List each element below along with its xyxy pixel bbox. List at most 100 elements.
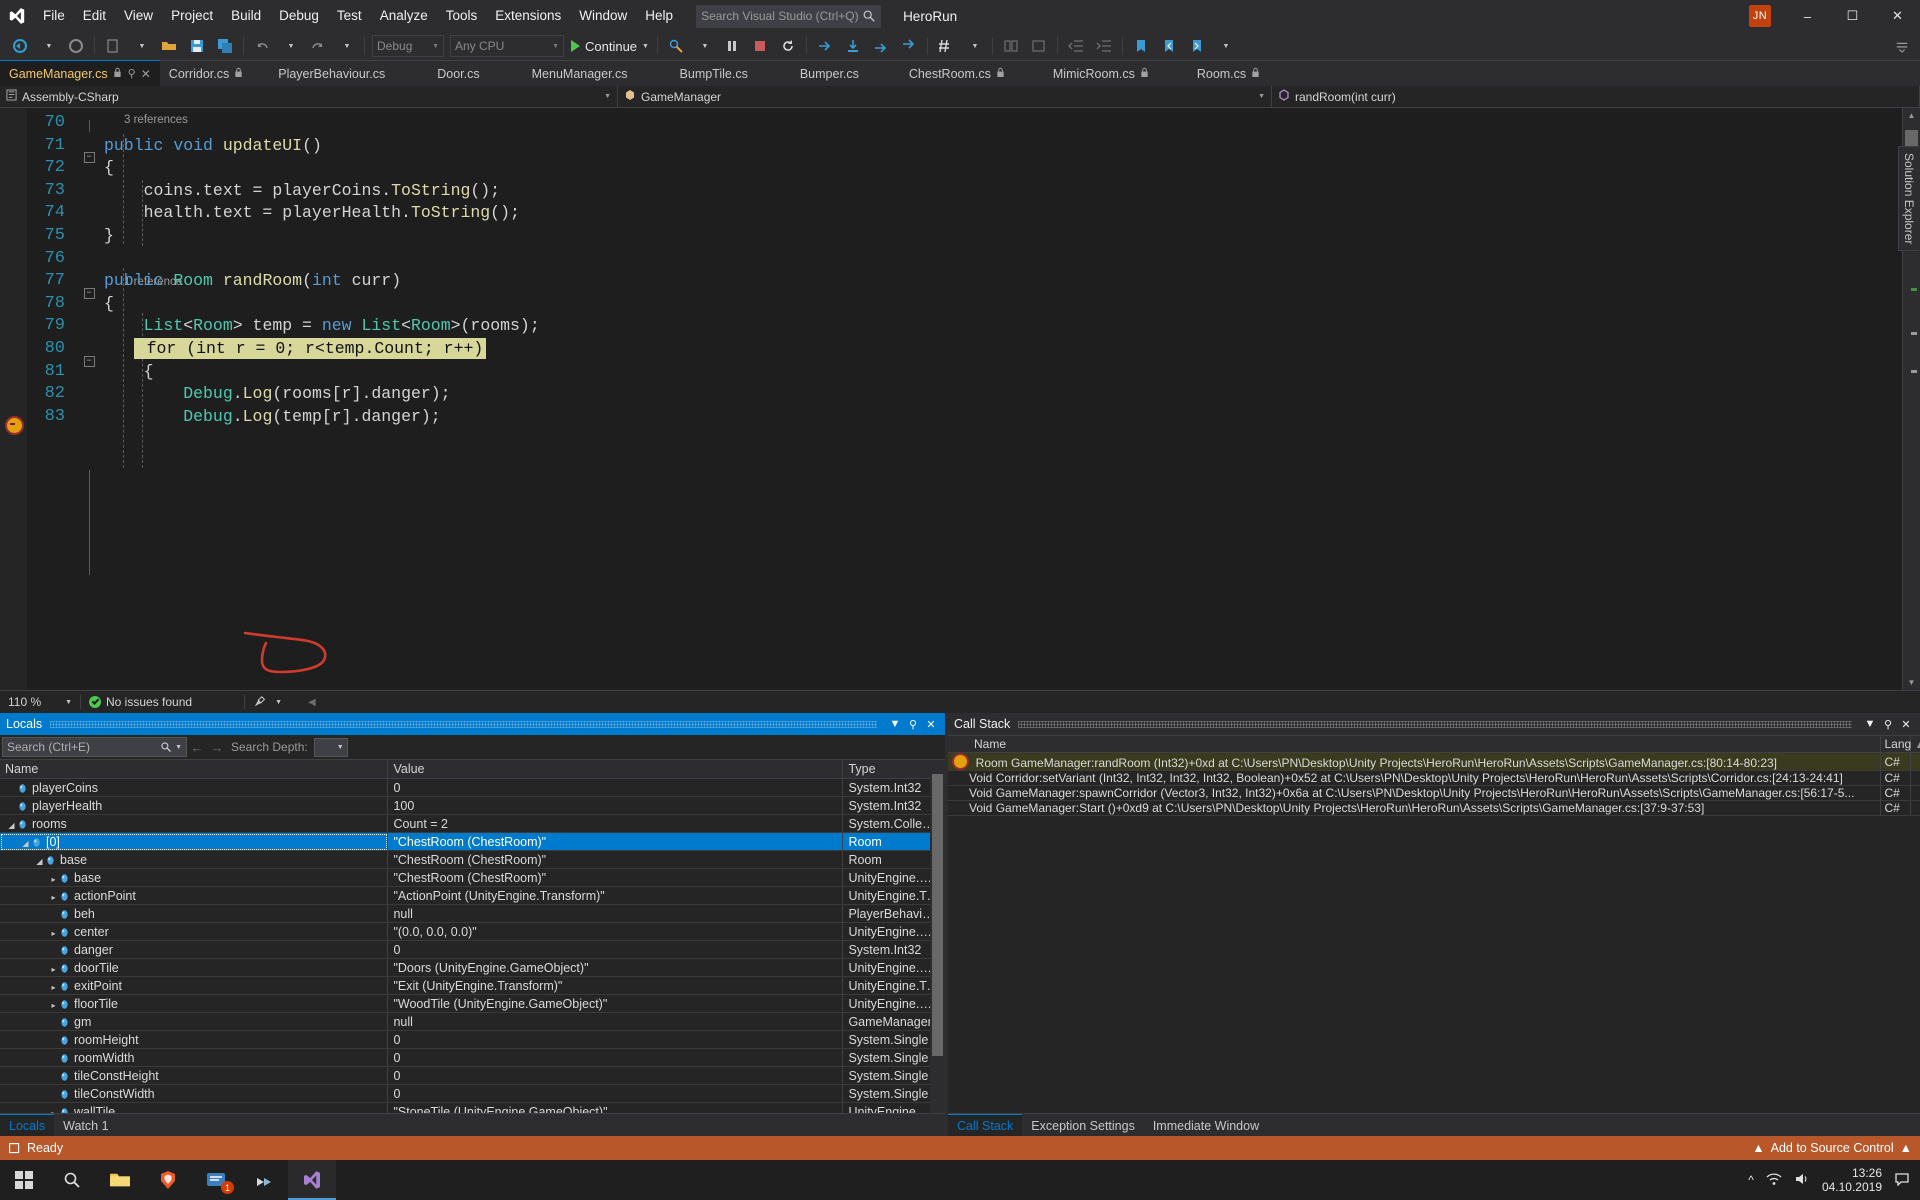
hot-reload-icon[interactable] bbox=[932, 34, 960, 58]
solution-platform-select[interactable]: Any CPU ▼ bbox=[450, 35, 564, 57]
table-row[interactable]: Void Corridor:setVariant (Int32, Int32, … bbox=[948, 770, 1920, 787]
save-icon[interactable] bbox=[183, 34, 211, 58]
table-row[interactable]: ▸ exitPoint "Exit (UnityEngine.Transform)"… bbox=[0, 976, 945, 996]
locals-grid[interactable]: Name Value Type playerCoins 0 System.Int32… bbox=[0, 760, 945, 1113]
menu-item-extensions[interactable]: Extensions bbox=[486, 0, 570, 32]
close-panel-icon[interactable]: ✕ bbox=[923, 715, 939, 733]
locals-cell-value[interactable]: null bbox=[387, 904, 844, 924]
undo-dropdown-icon[interactable]: ▼ bbox=[276, 34, 304, 58]
locals-search-input[interactable]: Search (Ctrl+E) ▼ bbox=[2, 737, 187, 758]
visual-studio-taskbar-icon[interactable] bbox=[288, 1160, 336, 1200]
tab-locals[interactable]: Locals bbox=[0, 1114, 55, 1136]
panel-menu-icon[interactable]: ▼ bbox=[1862, 715, 1878, 733]
pin-tab-icon[interactable]: ⚲ bbox=[128, 67, 136, 80]
expander-icon[interactable]: ▸ bbox=[48, 965, 59, 974]
expander-icon[interactable]: ▸ bbox=[48, 983, 59, 992]
previous-bookmark-icon[interactable] bbox=[1155, 34, 1183, 58]
menu-item-file[interactable]: File bbox=[34, 0, 74, 32]
toolbar-options-icon[interactable] bbox=[1888, 34, 1916, 58]
locals-cell-value[interactable]: "Doors (UnityEngine.GameObject)" bbox=[387, 958, 844, 978]
locals-cell-value[interactable]: 0 bbox=[387, 1030, 844, 1050]
menu-item-debug[interactable]: Debug bbox=[270, 0, 328, 32]
navigate-backward-icon[interactable] bbox=[6, 34, 34, 58]
table-row[interactable]: Void GameManager:spawnCorridor (Vector3,… bbox=[948, 785, 1920, 802]
tab-bumptile-cs[interactable]: BumpTile.cs bbox=[653, 61, 774, 86]
table-row[interactable]: playerCoins 0 System.Int32 bbox=[0, 778, 945, 798]
outlining-margin[interactable]: − − − bbox=[74, 108, 104, 690]
redo-icon[interactable] bbox=[304, 34, 332, 58]
locals-vertical-scrollbar[interactable] bbox=[930, 760, 945, 1113]
menu-item-test[interactable]: Test bbox=[328, 0, 371, 32]
tab-bumper-cs[interactable]: Bumper.cs bbox=[773, 61, 885, 86]
table-row[interactable]: ▸ wallTile "StoneTile (UnityEngine.GameObj… bbox=[0, 1102, 945, 1113]
tab-room-cs[interactable]: Room.cs bbox=[1172, 61, 1285, 86]
locals-cell-value[interactable]: "ChestRoom (ChestRoom)" bbox=[387, 868, 844, 888]
code-cleanup-button[interactable]: ▼ bbox=[253, 695, 282, 709]
locals-cell-value[interactable]: 0 bbox=[387, 1048, 844, 1068]
taskbar-search-icon[interactable] bbox=[48, 1160, 96, 1200]
tab-gamemanager-cs[interactable]: GameManager.cs ⚲ ✕ bbox=[0, 60, 160, 86]
network-icon[interactable] bbox=[1766, 1172, 1782, 1189]
add-to-source-control-button[interactable]: Add to Source Control bbox=[1771, 1141, 1894, 1155]
navigate-forward-icon[interactable] bbox=[62, 34, 90, 58]
menu-item-view[interactable]: View bbox=[115, 0, 162, 32]
solution-explorer-strip[interactable]: Solution Explorer bbox=[1898, 146, 1920, 252]
menu-item-window[interactable]: Window bbox=[570, 0, 636, 32]
glyph-margin[interactable] bbox=[0, 108, 27, 691]
menu-item-edit[interactable]: Edit bbox=[74, 0, 115, 32]
search-next-icon[interactable]: → bbox=[207, 740, 227, 755]
quick-search-input[interactable]: Search Visual Studio (Ctrl+Q) bbox=[696, 4, 882, 28]
minimize-button[interactable]: – bbox=[1785, 0, 1830, 32]
table-row[interactable]: ▸ floorTile "WoodTile (UnityEngine.GameObj… bbox=[0, 994, 945, 1014]
tab-call-stack[interactable]: Call Stack bbox=[948, 1114, 1023, 1136]
breakpoint-icon[interactable] bbox=[5, 416, 24, 435]
tab-mimicroom-cs[interactable]: MimicRoom.cs bbox=[1028, 61, 1173, 86]
drag-grip[interactable] bbox=[50, 720, 877, 728]
decrease-indent-icon[interactable] bbox=[1062, 34, 1090, 58]
volume-icon[interactable] bbox=[1794, 1172, 1810, 1189]
solution-configuration-select[interactable]: Debug ▼ bbox=[372, 35, 444, 57]
file-explorer-icon[interactable] bbox=[96, 1160, 144, 1200]
locals-cell-value[interactable]: null bbox=[387, 1012, 844, 1032]
step-over-icon[interactable] bbox=[867, 34, 895, 58]
comment-selection-icon[interactable] bbox=[997, 34, 1025, 58]
call-stack-grid[interactable]: Name Lang ▲ Room GameManager:randRoom (I… bbox=[948, 736, 1920, 1113]
expander-icon[interactable]: ◢ bbox=[6, 821, 17, 830]
scroll-up-arrow-icon[interactable]: ▲ bbox=[1903, 108, 1920, 123]
close-button[interactable]: ✕ bbox=[1875, 0, 1920, 32]
toolbar-overflow[interactable] bbox=[1888, 32, 1916, 60]
bookmark-dropdown-icon[interactable]: ▼ bbox=[1211, 34, 1239, 58]
locals-cell-value[interactable]: "Exit (UnityEngine.Transform)" bbox=[387, 976, 844, 996]
table-row[interactable]: ◢ [0] "ChestRoom (ChestRoom)" Room bbox=[0, 832, 945, 852]
show-next-statement-icon[interactable] bbox=[811, 34, 839, 58]
locals-cell-value[interactable]: "WoodTile (UnityEngine.GameObject)" bbox=[387, 994, 844, 1014]
break-all-icon[interactable] bbox=[718, 34, 746, 58]
column-header-name[interactable]: Name bbox=[0, 760, 389, 780]
attach-dropdown-icon[interactable]: ▼ bbox=[690, 34, 718, 58]
locals-cell-value[interactable]: 0 bbox=[387, 940, 844, 960]
step-out-icon[interactable] bbox=[895, 34, 923, 58]
toggle-bookmark-icon[interactable] bbox=[1127, 34, 1155, 58]
table-row[interactable]: tileConstHeight 0 System.Single bbox=[0, 1066, 945, 1086]
locals-cell-value[interactable]: 0 bbox=[387, 1084, 844, 1104]
tab-corridor-cs[interactable]: Corridor.cs bbox=[159, 61, 253, 86]
locals-cell-value[interactable]: 100 bbox=[387, 796, 844, 816]
menu-item-tools[interactable]: Tools bbox=[437, 0, 487, 32]
search-previous-icon[interactable]: ← bbox=[187, 740, 207, 755]
redo-dropdown-icon[interactable]: ▼ bbox=[332, 34, 360, 58]
solution-explorer-tab[interactable]: Solution Explorer bbox=[1898, 146, 1919, 252]
table-row[interactable]: ▸ doorTile "Doors (UnityEngine.GameObject)… bbox=[0, 958, 945, 978]
restart-icon[interactable] bbox=[774, 34, 802, 58]
column-header-name[interactable]: Name bbox=[948, 736, 1881, 754]
continue-button[interactable]: Continue ▼ bbox=[567, 34, 653, 58]
navbar-project-select[interactable]: Assembly-CSharp ▼ bbox=[0, 86, 618, 107]
source-control-caret-icon[interactable]: ▲ bbox=[1900, 1141, 1912, 1155]
attach-to-process-icon[interactable] bbox=[662, 34, 690, 58]
panel-menu-icon[interactable]: ▼ bbox=[887, 715, 903, 733]
locals-cell-value[interactable]: "ChestRoom (ChestRoom)" bbox=[387, 850, 844, 870]
table-row[interactable]: ◢ base "ChestRoom (ChestRoom)" Room bbox=[0, 850, 945, 870]
menu-item-analyze[interactable]: Analyze bbox=[371, 0, 437, 32]
locals-cell-value[interactable]: "ChestRoom (ChestRoom)" bbox=[387, 832, 844, 852]
navigate-backward-dropdown-icon[interactable]: ▼ bbox=[34, 34, 62, 58]
notification-center-icon[interactable] bbox=[1894, 1172, 1910, 1189]
